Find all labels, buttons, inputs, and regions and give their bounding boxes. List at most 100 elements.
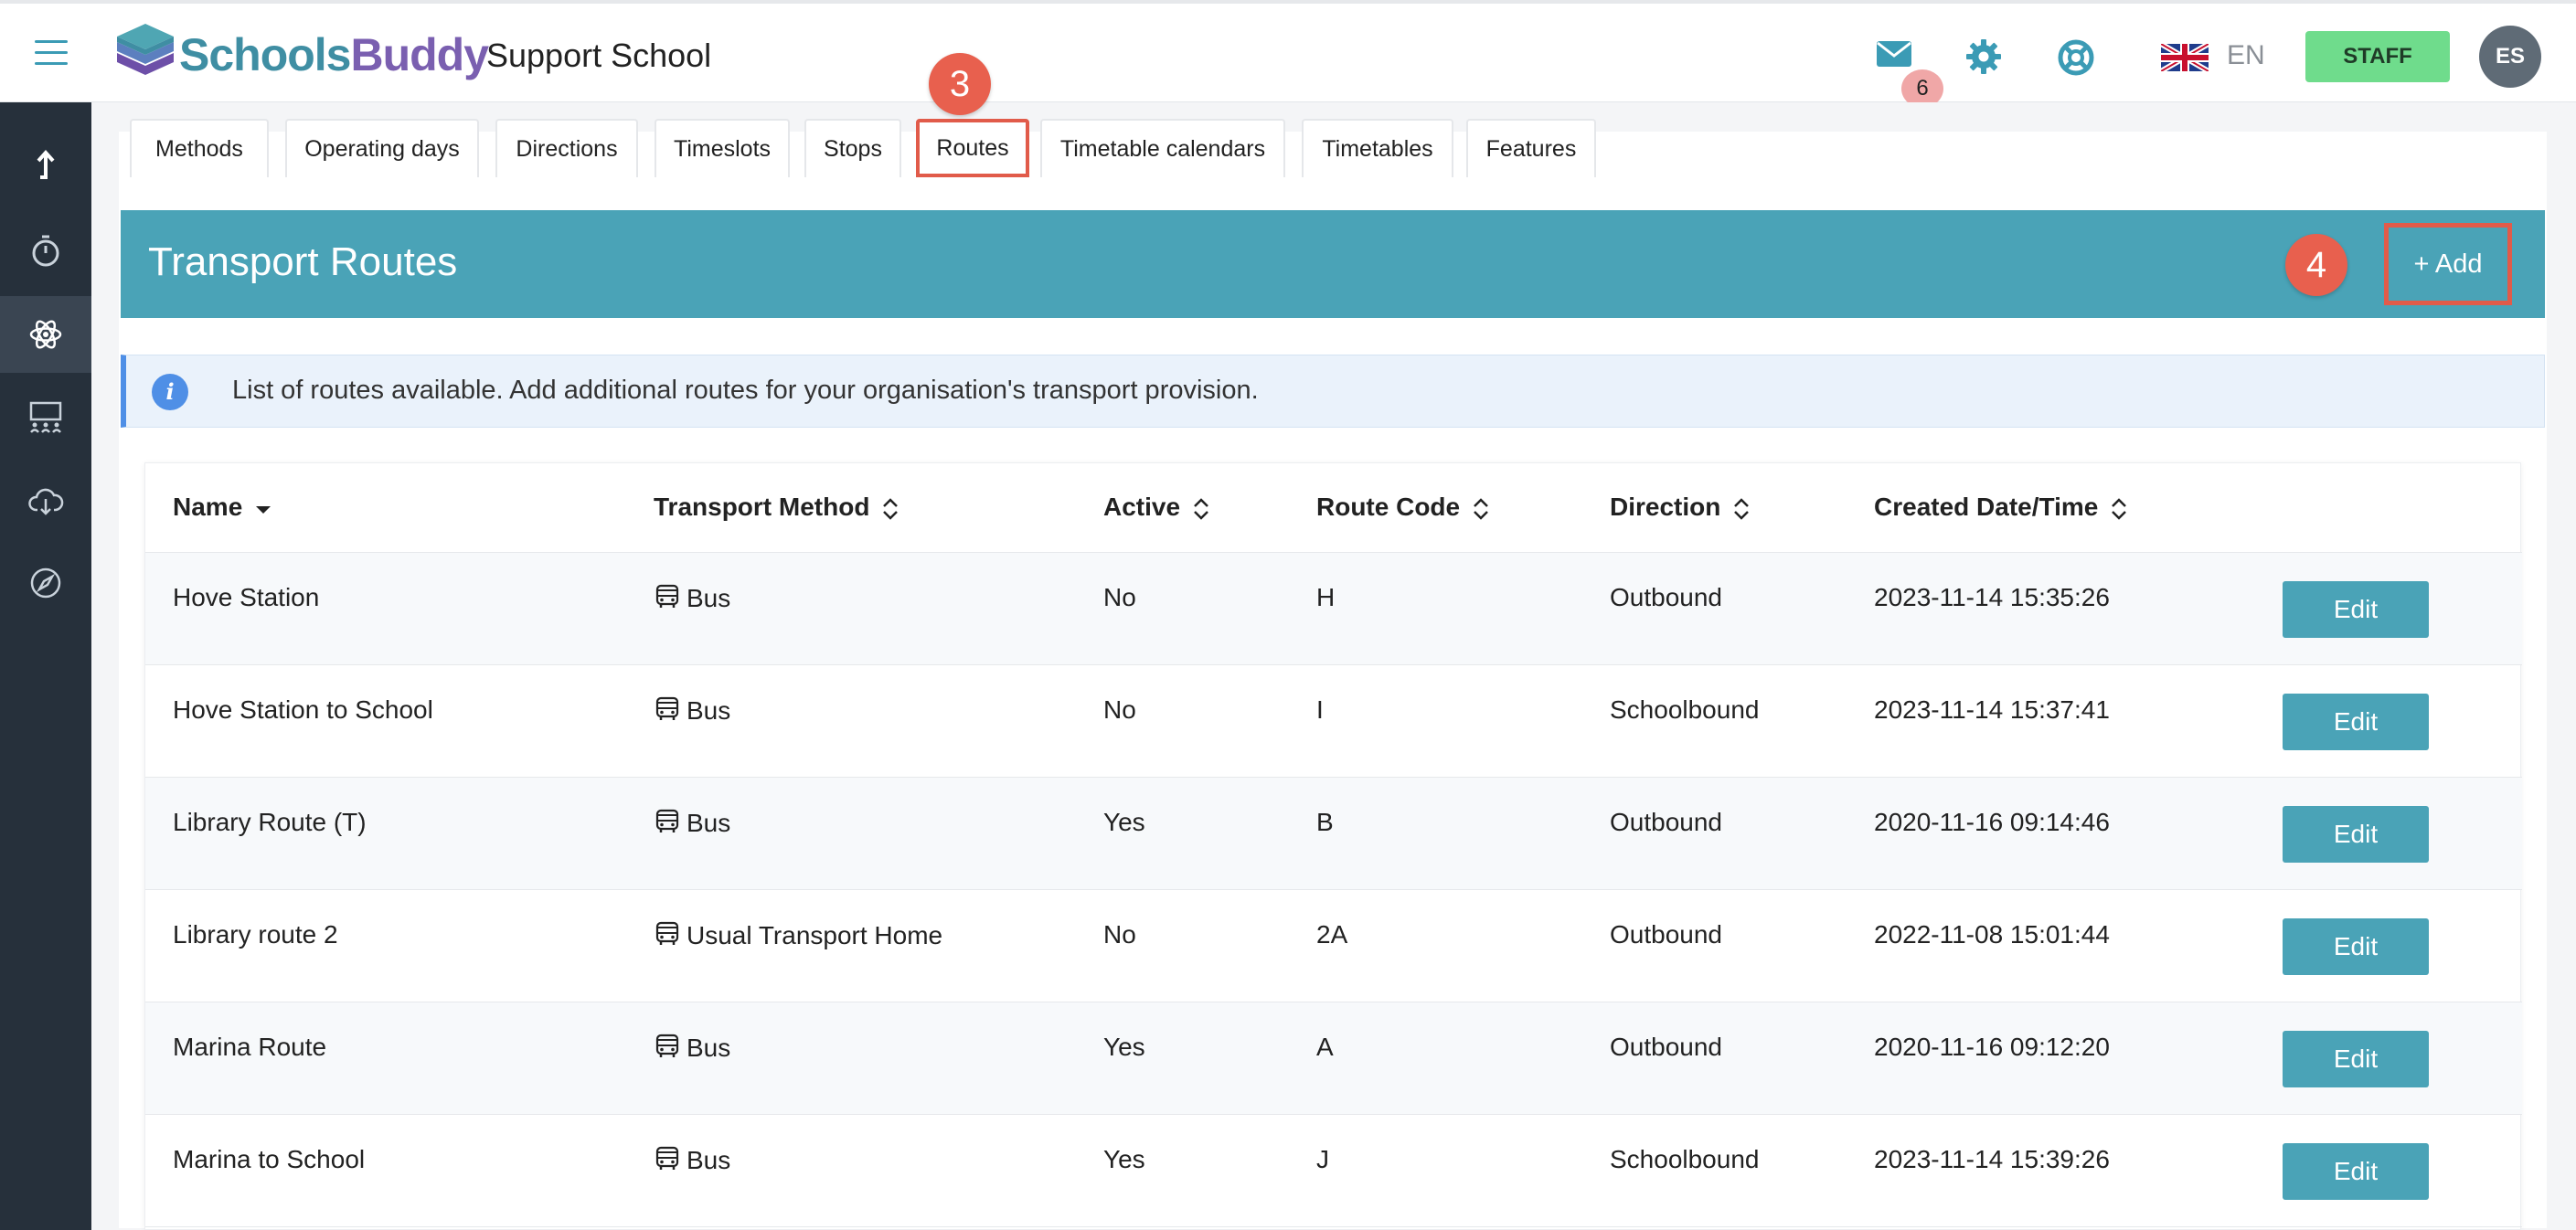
tab-methods[interactable]: Methods [130, 119, 269, 177]
cell-active: Yes [1103, 1033, 1145, 1061]
sort-icon [1474, 497, 1488, 520]
bus-icon [655, 809, 679, 832]
cell-route-code: A [1316, 1033, 1334, 1061]
table-row: Marina Route Bus Yes A Outbound 2020-11-… [145, 1002, 2522, 1115]
tab-stops[interactable]: Stops [804, 119, 901, 177]
sidebar-item-exit[interactable] [0, 126, 91, 203]
page-header: Transport Routes + Add [121, 210, 2545, 318]
info-alert: i List of routes available. Add addition… [121, 355, 2545, 428]
compass-icon [30, 567, 61, 599]
bus-icon [655, 696, 679, 720]
bus-icon [655, 584, 679, 608]
cell-created: 2022-11-08 15:01:44 [1874, 920, 2110, 949]
language-selector[interactable]: EN [2227, 40, 2265, 71]
stopwatch-icon [32, 235, 59, 267]
hamburger-menu-icon[interactable] [35, 40, 68, 66]
table-row: Marina to School Bus Yes J Schoolbound 2… [145, 1115, 2522, 1227]
cell-active: Yes [1103, 808, 1145, 836]
sidebar-item-explore[interactable] [0, 545, 91, 621]
table-row: Hove Station Bus No H Outbound 2023-11-1… [145, 553, 2522, 665]
sort-icon [2112, 497, 2127, 520]
edit-button[interactable]: Edit [2283, 694, 2429, 750]
cell-route-code: J [1316, 1145, 1329, 1173]
edit-button[interactable]: Edit [2283, 1031, 2429, 1087]
cell-active: No [1103, 583, 1136, 611]
cell-direction: Outbound [1610, 808, 1722, 836]
table-row: Library Route (T) Bus Yes B Outbound 202… [145, 778, 2522, 890]
tab-operating-days[interactable]: Operating days [285, 119, 479, 177]
column-header-created[interactable]: Created Date/Time [1874, 493, 2127, 522]
sidebar-item-classroom[interactable] [0, 378, 91, 455]
cell-direction: Outbound [1610, 920, 1722, 949]
cell-method: Bus [654, 1033, 730, 1063]
cell-active: No [1103, 695, 1136, 724]
edit-button[interactable]: Edit [2283, 1143, 2429, 1200]
cell-name: Library route 2 [173, 920, 338, 949]
tab-features[interactable]: Features [1466, 119, 1596, 177]
info-message: List of routes available. Add additional… [232, 376, 1259, 405]
logo[interactable]: SchoolsBuddy [115, 20, 489, 90]
sidebar-item-settings[interactable] [0, 296, 91, 373]
sidebar [0, 102, 91, 1230]
cell-method: Bus [654, 808, 730, 838]
cell-direction: Outbound [1610, 583, 1722, 611]
tab-directions[interactable]: Directions [495, 119, 638, 177]
cell-method: Bus [654, 583, 730, 613]
step-3-marker: 3 [929, 53, 991, 115]
cloud-download-icon [28, 488, 64, 515]
edit-button[interactable]: Edit [2283, 581, 2429, 638]
logo-text: SchoolsBuddy [179, 29, 489, 80]
cell-route-code: I [1316, 695, 1324, 724]
add-route-button[interactable]: + Add [2384, 223, 2512, 305]
lifebuoy-help-icon[interactable] [2057, 38, 2095, 77]
column-header-route-code[interactable]: Route Code [1316, 493, 1489, 522]
table-row: Hove Station to School Bus No I Schoolbo… [145, 665, 2522, 778]
cell-created: 2023-11-14 15:35:26 [1874, 583, 2110, 611]
school-name: Support School [486, 37, 712, 74]
edit-button[interactable]: Edit [2283, 918, 2429, 975]
column-header-transport-method[interactable]: Transport Method [654, 493, 899, 522]
column-header-direction[interactable]: Direction [1610, 493, 1750, 522]
sort-icon [1734, 497, 1750, 520]
sidebar-item-download[interactable] [0, 462, 91, 539]
cell-name: Marina to School [173, 1145, 366, 1173]
atom-icon [29, 320, 62, 349]
table-row: Library route 2 Usual Transport Home No … [145, 890, 2522, 1002]
logo-stack-icon [117, 24, 174, 75]
bus-icon [655, 921, 679, 945]
sort-icon [1194, 497, 1208, 520]
tab-timetable-calendars[interactable]: Timetable calendars [1040, 119, 1285, 177]
top-bar: SchoolsBuddy Support School 6 EN STAFF E… [0, 0, 2576, 108]
tab-timetables[interactable]: Timetables [1302, 119, 1453, 177]
table-header: Name Transport Method Active Route Code … [145, 463, 2522, 553]
cell-method: Bus [654, 695, 730, 726]
page-title: Transport Routes [148, 239, 458, 284]
cell-created: 2023-11-14 15:39:26 [1874, 1145, 2110, 1173]
mail-icon[interactable] [1876, 40, 1912, 68]
cell-method: Bus [654, 1145, 730, 1175]
edit-button[interactable]: Edit [2283, 806, 2429, 863]
cell-name: Hove Station to School [173, 695, 433, 724]
cell-direction: Outbound [1610, 1033, 1722, 1061]
exit-arrow-icon [37, 149, 55, 179]
classroom-icon [29, 401, 62, 433]
gear-icon[interactable] [1965, 38, 2002, 75]
cell-route-code: H [1316, 583, 1336, 611]
tab-routes[interactable]: Routes [916, 119, 1029, 177]
uk-flag-icon[interactable] [2161, 44, 2209, 71]
column-header-name[interactable]: Name [173, 493, 271, 522]
info-icon: i [152, 374, 188, 410]
sidebar-item-timer[interactable] [0, 212, 91, 289]
user-avatar[interactable]: ES [2479, 26, 2541, 88]
cell-route-code: 2A [1316, 920, 1348, 949]
cell-name: Hove Station [173, 583, 320, 611]
column-header-active[interactable]: Active [1103, 493, 1209, 522]
cell-direction: Schoolbound [1610, 1145, 1760, 1173]
tab-timeslots[interactable]: Timeslots [655, 119, 790, 177]
cell-direction: Schoolbound [1610, 695, 1760, 724]
staff-button[interactable]: STAFF [2305, 31, 2450, 82]
cell-name: Marina Route [173, 1033, 327, 1061]
sort-desc-icon [256, 505, 271, 514]
cell-route-code: B [1316, 808, 1334, 836]
step-4-marker: 4 [2285, 234, 2347, 296]
